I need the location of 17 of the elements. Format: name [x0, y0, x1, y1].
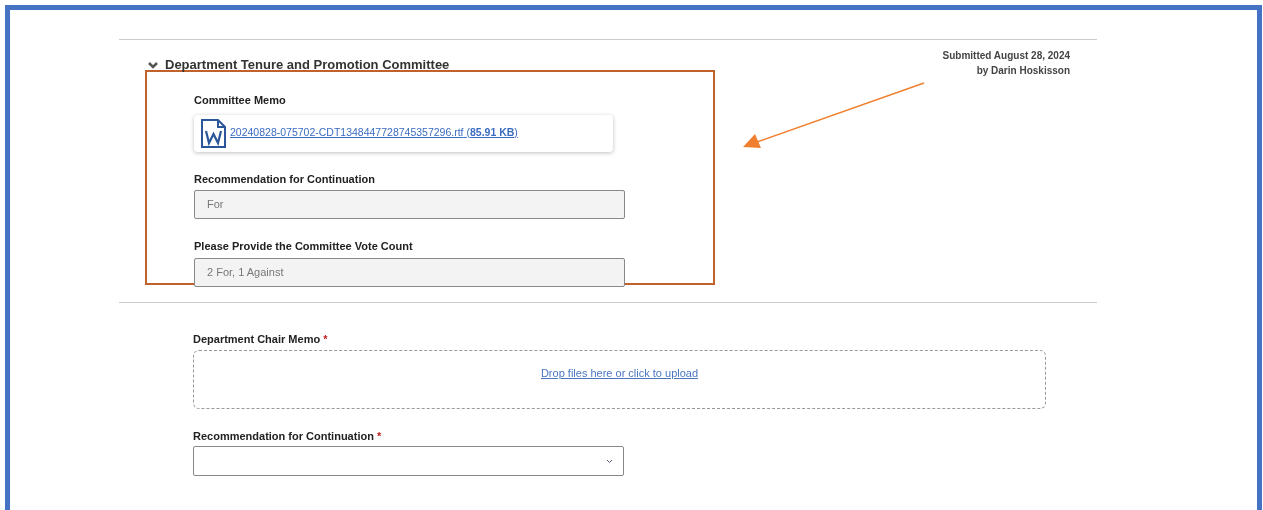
drop-zone[interactable]: Drop files here or click to upload [193, 349, 1046, 409]
word-document-icon [201, 118, 226, 148]
field-label: Recommendation for Continuation [194, 171, 376, 187]
field-label: Committee Memo [194, 93, 287, 108]
caret-icon [606, 458, 613, 464]
chevron-icon[interactable] [147, 60, 159, 70]
field-label: Recommendation for Continuation * [193, 428, 383, 444]
submitted-by: by Darin Hoskisson [976, 64, 1070, 78]
readonly-field[interactable]: 2 For, 1 Against [194, 257, 625, 287]
section-title: Department Tenure and Promotion Committee [165, 56, 450, 75]
field-label: Department Chair Memo * [193, 332, 329, 347]
submitted-date: Submitted August 28, 2024 [942, 49, 1070, 63]
readonly-field[interactable]: For [194, 190, 625, 219]
field-label: Please Provide the Committee Vote Count [194, 239, 414, 254]
select-field[interactable] [193, 446, 624, 476]
file-link[interactable]: 20240828-075702-CDT1348447728745357296.rtf (85.91 KB) [230, 125, 518, 141]
upload-link[interactable]: Drop files here or click to upload [540, 364, 699, 381]
